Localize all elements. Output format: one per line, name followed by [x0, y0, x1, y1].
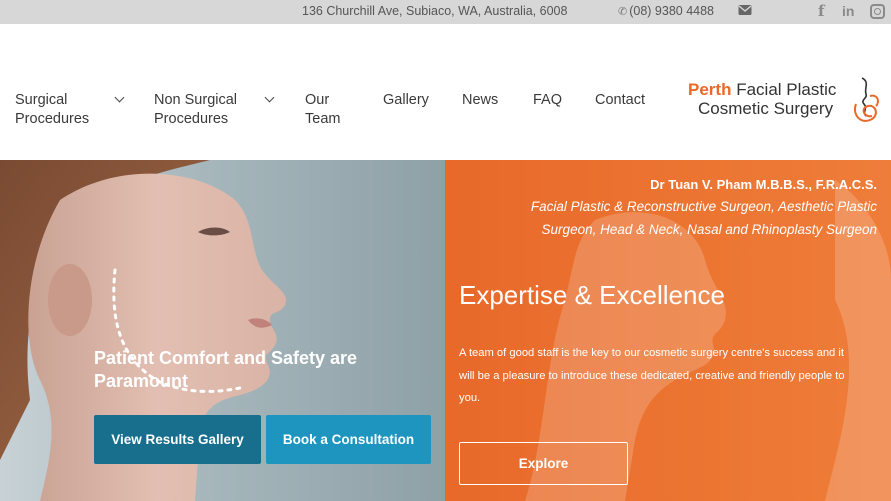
hero-right-paragraph: A team of good staff is the key to our c… — [459, 347, 845, 404]
explore-button[interactable]: Explore — [459, 442, 628, 485]
envelope-icon[interactable] — [738, 4, 752, 16]
doctor-title: Facial Plastic & Reconstructive Surgeon,… — [530, 199, 877, 237]
phone-number: (08) 9380 4488 — [629, 4, 715, 18]
nav-label: Our — [305, 92, 330, 108]
instagram-icon[interactable] — [870, 4, 885, 19]
phone-link[interactable]: ✆ (08) 9380 4488 — [618, 4, 714, 18]
facebook-icon[interactable]: f — [818, 2, 824, 20]
nav-item-surgical-procedures[interactable]: Surgical Procedures — [15, 91, 89, 129]
phone-icon: ✆ — [618, 6, 628, 18]
nav-label: Procedures — [15, 111, 90, 127]
view-results-gallery-button[interactable]: View Results Gallery — [94, 415, 261, 464]
nav-item-our-team[interactable]: Our Team — [305, 91, 340, 129]
nav-item-faq[interactable]: FAQ — [533, 91, 562, 110]
logo-line-2: Cosmetic Surgery — [698, 99, 834, 118]
hero-left-heading: Patient Comfort and Safety are Paramount — [94, 348, 358, 391]
logo-line-1: Perth Facial Plastic — [688, 80, 836, 100]
nav-item-news[interactable]: News — [462, 91, 498, 110]
nav-item-contact[interactable]: Contact — [595, 91, 645, 110]
top-bar: 136 Churchill Ave, Subiaco, WA, Australi… — [0, 0, 891, 24]
nav-label: Team — [305, 111, 341, 127]
logo-word-facial-plastic: Facial Plastic — [736, 80, 837, 99]
book-consultation-button[interactable]: Book a Consultation — [266, 415, 431, 464]
doctor-name: Dr Tuan V. Pham M.B.B.S., F.R.A.C.S. — [650, 177, 877, 192]
linkedin-icon[interactable]: in — [842, 3, 854, 19]
chevron-down-icon[interactable] — [264, 92, 275, 103]
chevron-down-icon[interactable] — [114, 92, 125, 103]
address-text: 136 Churchill Ave, Subiaco, WA, Australi… — [302, 4, 568, 18]
nav-label: Procedures — [154, 111, 229, 127]
logo-word-perth: Perth — [688, 80, 732, 99]
nav-item-non-surgical-procedures[interactable]: Non Surgical Procedures — [154, 91, 237, 129]
hero-right-heading: Expertise & Excellence — [459, 280, 725, 310]
nav-item-gallery[interactable]: Gallery — [383, 91, 429, 110]
nav-label: Surgical — [15, 92, 68, 108]
nav-label: Non Surgical — [154, 92, 238, 108]
logo-profile-mark — [854, 77, 879, 122]
